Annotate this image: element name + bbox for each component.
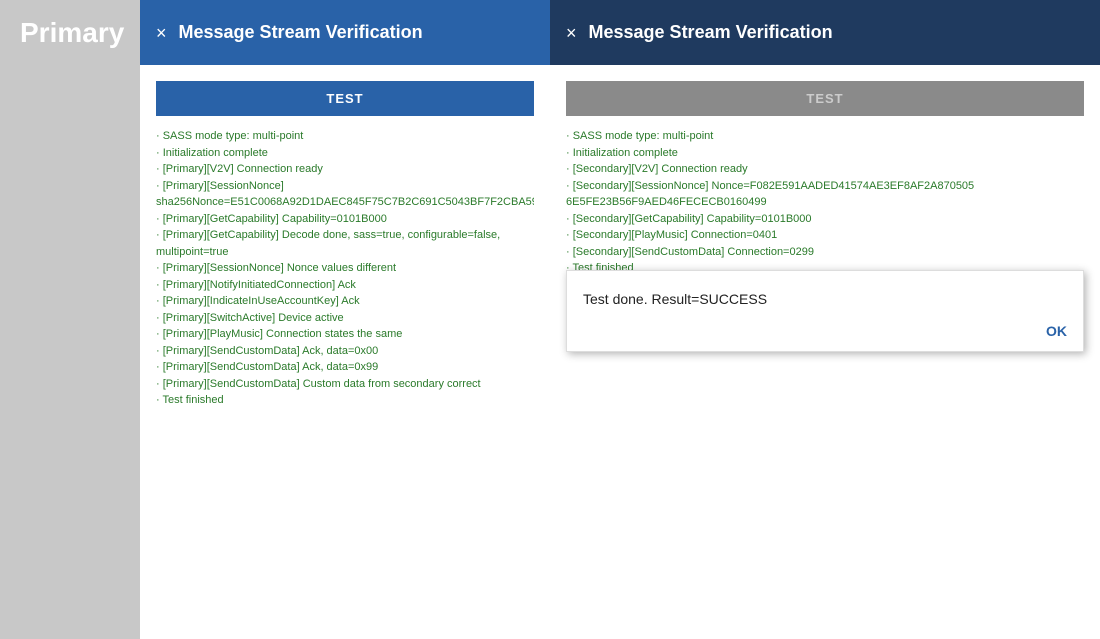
secondary-dialog: × Message Stream Verification TEST · SAS…: [550, 0, 1100, 639]
log-line: · SASS mode type: multi-point: [566, 128, 1084, 145]
primary-test-button[interactable]: TEST: [156, 81, 534, 116]
primary-dialog: × Message Stream Verification TEST · SAS…: [140, 0, 550, 639]
log-line: · [Primary][GetCapability] Decode done, …: [156, 227, 534, 260]
log-line: · [Primary][SessionNonce] Nonce values d…: [156, 260, 534, 277]
secondary-close-button[interactable]: ×: [566, 24, 577, 42]
log-line: · [Primary][IndicateInUseAccountKey] Ack: [156, 293, 534, 310]
primary-log-area: · SASS mode type: multi-point· Initializ…: [156, 128, 534, 623]
log-line: · [Primary][SessionNonce] sha256Nonce=E5…: [156, 178, 534, 211]
secondary-log-area: · SASS mode type: multi-point· Initializ…: [566, 128, 1084, 623]
log-line: · [Primary][GetCapability] Capability=01…: [156, 211, 534, 228]
log-line: · Initialization complete: [566, 145, 1084, 162]
log-line: · [Primary][PlayMusic] Connection states…: [156, 326, 534, 343]
log-line: · SASS mode type: multi-point: [156, 128, 534, 145]
primary-dialog-title: Message Stream Verification: [179, 22, 423, 43]
primary-title-text: Primary: [20, 17, 124, 49]
log-line: · [Primary][V2V] Connection ready: [156, 161, 534, 178]
secondary-panel: Secondary × Message Stream Verification …: [550, 0, 1100, 639]
log-line: · [Primary][SendCustomData] Custom data …: [156, 376, 534, 393]
log-line: · [Primary][NotifyInitiatedConnection] A…: [156, 277, 534, 294]
primary-close-button[interactable]: ×: [156, 24, 167, 42]
primary-panel: Primary × Message Stream Verification TE…: [0, 0, 550, 639]
secondary-test-button: TEST: [566, 81, 1084, 116]
log-line: · [Secondary][SendCustomData] Connection…: [566, 244, 1084, 261]
log-line: · [Secondary][V2V] Connection ready: [566, 161, 1084, 178]
primary-dialog-header: × Message Stream Verification: [140, 0, 550, 65]
log-line: · [Primary][SendCustomData] Ack, data=0x…: [156, 359, 534, 376]
ok-button[interactable]: OK: [583, 323, 1067, 339]
log-line: · [Primary][SendCustomData] Ack, data=0x…: [156, 343, 534, 360]
result-dialog: Test done. Result=SUCCESS OK: [566, 270, 1084, 352]
primary-dialog-body: TEST · SASS mode type: multi-point· Init…: [140, 65, 550, 639]
log-line: · Test finished: [156, 392, 534, 409]
log-line: · [Primary][SwitchActive] Device active: [156, 310, 534, 327]
secondary-dialog-header: × Message Stream Verification: [550, 0, 1100, 65]
secondary-dialog-body: TEST · SASS mode type: multi-point· Init…: [550, 65, 1100, 639]
secondary-dialog-title: Message Stream Verification: [589, 22, 833, 43]
log-line: · [Secondary][PlayMusic] Connection=0401: [566, 227, 1084, 244]
log-line: · [Secondary][GetCapability] Capability=…: [566, 211, 1084, 228]
result-text: Test done. Result=SUCCESS: [583, 291, 1067, 307]
log-line: · Initialization complete: [156, 145, 534, 162]
log-line: · [Secondary][SessionNonce] Nonce=F082E5…: [566, 178, 1084, 211]
